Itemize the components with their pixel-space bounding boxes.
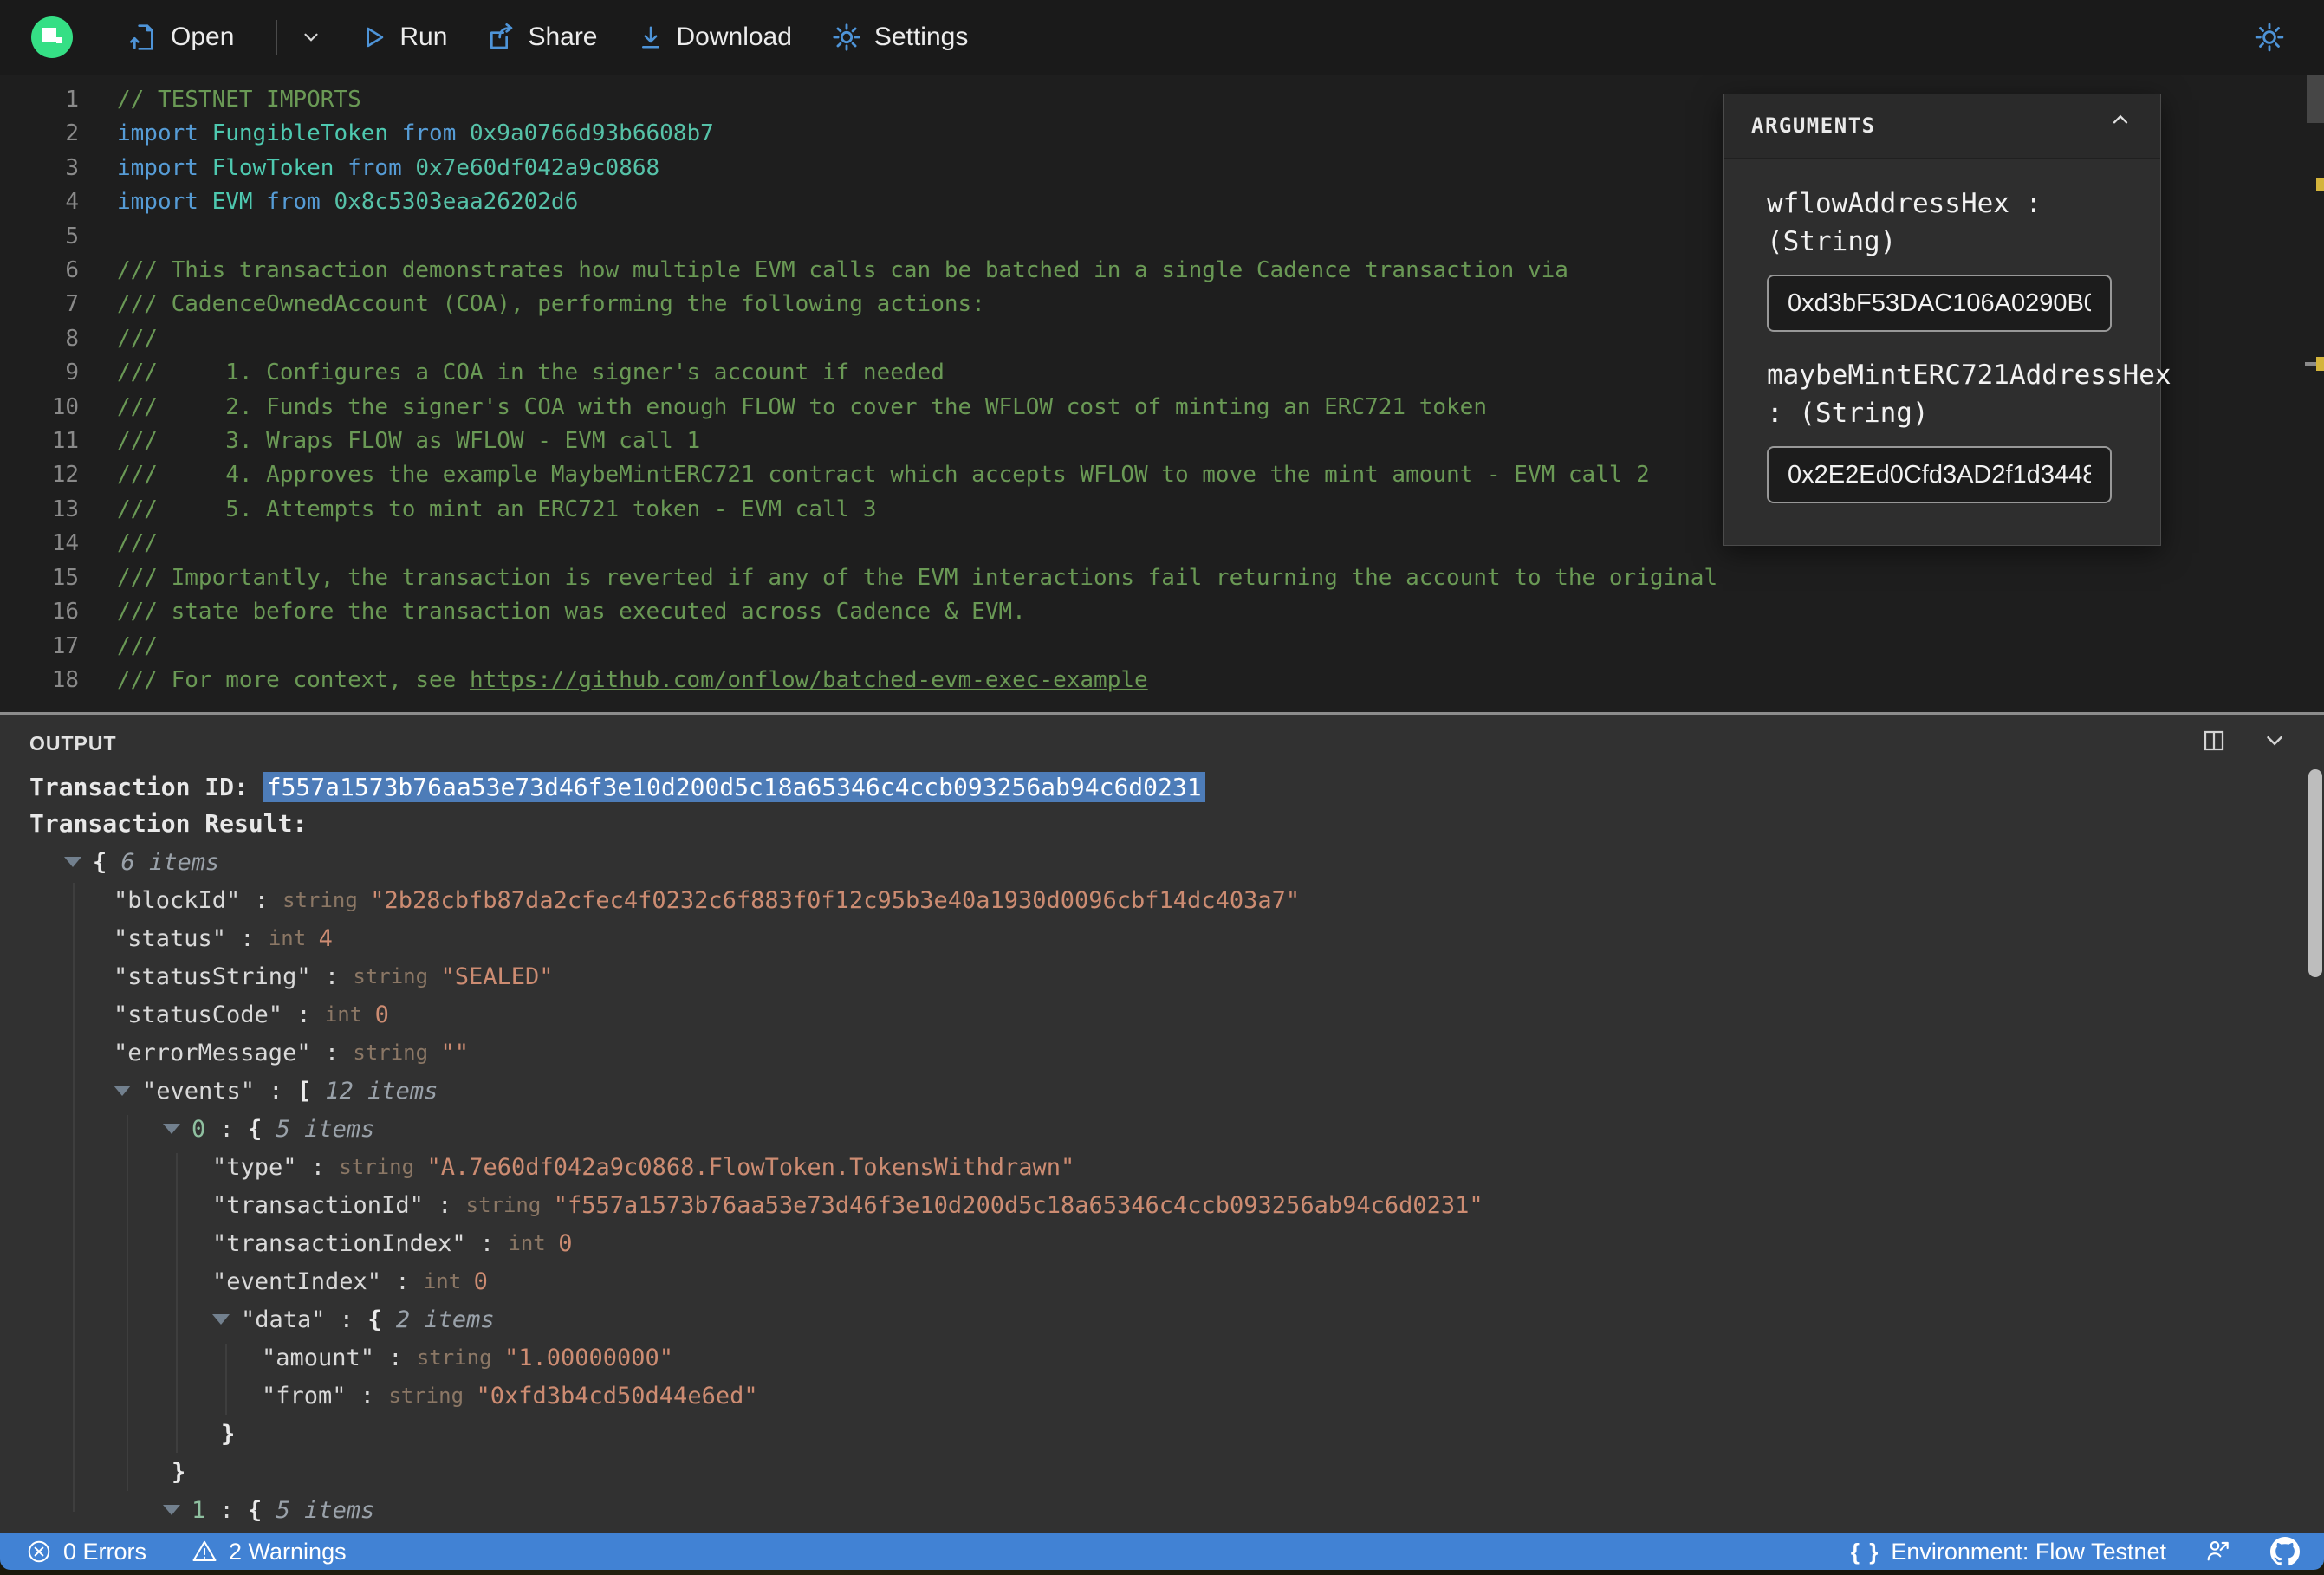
- tree-row: "from" : string "0xfd3b4cd50d44e6ed": [262, 1382, 758, 1410]
- argument-label-maybemint: maybeMintERC721AddressHex : (String): [1767, 360, 2171, 429]
- code-line: 17///: [51, 632, 158, 659]
- app-window: Open Run Share Download Settings 1 // TE…: [0, 0, 2324, 1575]
- arguments-panel-header[interactable]: ARGUMENTS: [1724, 94, 2160, 159]
- feedback-person-icon[interactable]: [2204, 1538, 2232, 1565]
- output-title: OUTPUT: [29, 731, 117, 755]
- tree-row: 1 : { 5 items: [29, 1491, 2324, 1529]
- tree-row: "blockId" : string "2b28cbfb87da2cfec4f0…: [114, 886, 1301, 914]
- share-label: Share: [528, 23, 598, 51]
- environment-status[interactable]: { } Environment: Flow Testnet: [1851, 1539, 2166, 1565]
- tree-row: "errorMessage" : string "": [114, 1039, 470, 1066]
- arguments-title: ARGUMENTS: [1751, 113, 1876, 138]
- top-toolbar: Open Run Share Download Settings: [0, 0, 2324, 75]
- gear-icon: [832, 23, 861, 52]
- expander-triangle-icon[interactable]: [64, 857, 81, 867]
- json-result-tree: { 6 items "blockId" : string "2b28cbfb87d…: [29, 843, 2324, 1533]
- download-button[interactable]: Download: [638, 23, 792, 52]
- share-icon: [487, 23, 515, 51]
- run-label: Run: [399, 23, 448, 51]
- tree-row: "transactionId" : string "f557a1573b76aa…: [212, 1191, 1483, 1219]
- output-header: OUTPUT: [0, 715, 2324, 762]
- code-line: 15/// Importantly, the transaction is re…: [51, 564, 1718, 591]
- tree-row: 0 : { 5 items: [29, 1110, 2324, 1148]
- settings-label: Settings: [873, 23, 969, 51]
- tree-row: "statusCode" : int 0: [114, 1001, 389, 1028]
- argument-label-wflow: wflowAddressHex : (String): [1767, 188, 2042, 257]
- share-button[interactable]: Share: [487, 23, 598, 52]
- expander-triangle-icon[interactable]: [163, 1505, 180, 1515]
- split-editor-icon[interactable]: [2201, 728, 2227, 758]
- tree-row: "type" : string "A.7e60df042a9c0868.Flow…: [29, 1529, 2324, 1533]
- tree-close-row: }: [172, 1458, 186, 1486]
- arguments-panel: ARGUMENTS wflowAddressHex : (String) may…: [1723, 94, 2171, 546]
- code-editor[interactable]: 1// TESTNET IMPORTS 2 import FungibleToken…: [0, 75, 2324, 712]
- indent-guide: [225, 1344, 227, 1415]
- argument-input-wflow[interactable]: [1767, 275, 2112, 332]
- open-button[interactable]: Open: [130, 23, 234, 52]
- tree-row: "status" : int 4: [114, 924, 333, 952]
- tree-row: "events" : [ 12 items: [29, 1072, 2324, 1110]
- tree-row: "statusString" : string "SEALED": [114, 962, 554, 990]
- theme-toggle-sun-icon[interactable]: [2255, 23, 2284, 52]
- tree-row: "type" : string "A.7e60df042a9c0868.Flow…: [212, 1153, 1075, 1181]
- transaction-id-value[interactable]: f557a1573b76aa53e73d46f3e10d200d5c18a653…: [263, 771, 1205, 802]
- download-label: Download: [676, 23, 792, 51]
- expander-triangle-icon[interactable]: [114, 1086, 131, 1096]
- open-file-icon: [130, 23, 158, 51]
- tree-row: "amount" : string "1.00000000": [262, 1344, 674, 1371]
- open-dropdown-chevron-icon[interactable]: [300, 26, 322, 49]
- settings-button[interactable]: Settings: [832, 23, 968, 52]
- toolbar-separator: [276, 20, 278, 55]
- output-scrollbar-thumb[interactable]: [2308, 769, 2322, 977]
- code-link[interactable]: https://github.com/onflow/batched-evm-ex…: [470, 667, 1148, 693]
- status-bar: 0 Errors 2 Warnings { } Environment: Flo…: [0, 1533, 2324, 1570]
- environment-label: Environment: Flow Testnet: [1891, 1538, 2166, 1565]
- open-label: Open: [171, 23, 235, 51]
- arguments-panel-body: wflowAddressHex : (String) maybeMintERC7…: [1724, 159, 2171, 545]
- download-icon: [638, 24, 664, 50]
- tree-close-row: }: [221, 1420, 236, 1448]
- output-panel: OUTPUT Transaction ID: f557a1573b76aa53e…: [0, 715, 2324, 1533]
- desktop-background-strip: [0, 1570, 2324, 1575]
- warnings-label: 2 Warnings: [229, 1538, 347, 1565]
- run-button[interactable]: Run: [360, 23, 447, 52]
- transaction-id-line: Transaction ID: f557a1573b76aa53e73d46f3…: [29, 768, 2324, 805]
- output-body: Transaction ID: f557a1573b76aa53e73d46f3…: [0, 762, 2324, 1533]
- expander-triangle-icon[interactable]: [163, 1124, 180, 1134]
- warning-marker-icon: [2316, 178, 2324, 191]
- indent-guide: [73, 883, 75, 1512]
- collapse-chevron-up-icon[interactable]: [2108, 108, 2132, 143]
- code-line: 16/// state before the transaction was e…: [51, 599, 1026, 625]
- github-icon[interactable]: [2270, 1537, 2300, 1566]
- warning-marker-icon: [2316, 357, 2324, 371]
- transaction-id-label: Transaction ID:: [29, 772, 263, 801]
- warnings-status[interactable]: 2 Warnings: [192, 1539, 347, 1565]
- tree-row: "eventIndex" : int 0: [212, 1267, 488, 1295]
- tree-row: "data" : { 2 items: [29, 1300, 2324, 1338]
- tree-row: { 6 items: [29, 843, 2324, 881]
- expander-triangle-icon[interactable]: [212, 1314, 230, 1325]
- braces-icon: { }: [1850, 1538, 1880, 1565]
- tree-row: "transactionIndex" : int 0: [212, 1229, 573, 1257]
- code-line: 18/// For more context, see https://gith…: [51, 666, 1148, 693]
- errors-status[interactable]: 0 Errors: [26, 1539, 146, 1565]
- transaction-result-label: Transaction Result:: [29, 808, 308, 838]
- argument-input-maybemint[interactable]: [1767, 446, 2112, 503]
- editor-scrollbar-thumb[interactable]: [2307, 75, 2324, 123]
- flow-logo-icon: [31, 16, 73, 58]
- collapse-output-chevron-icon[interactable]: [2262, 728, 2288, 758]
- indent-guide: [176, 1153, 178, 1453]
- errors-label: 0 Errors: [63, 1538, 147, 1565]
- run-play-icon: [360, 24, 386, 50]
- indent-guide: [127, 1115, 128, 1491]
